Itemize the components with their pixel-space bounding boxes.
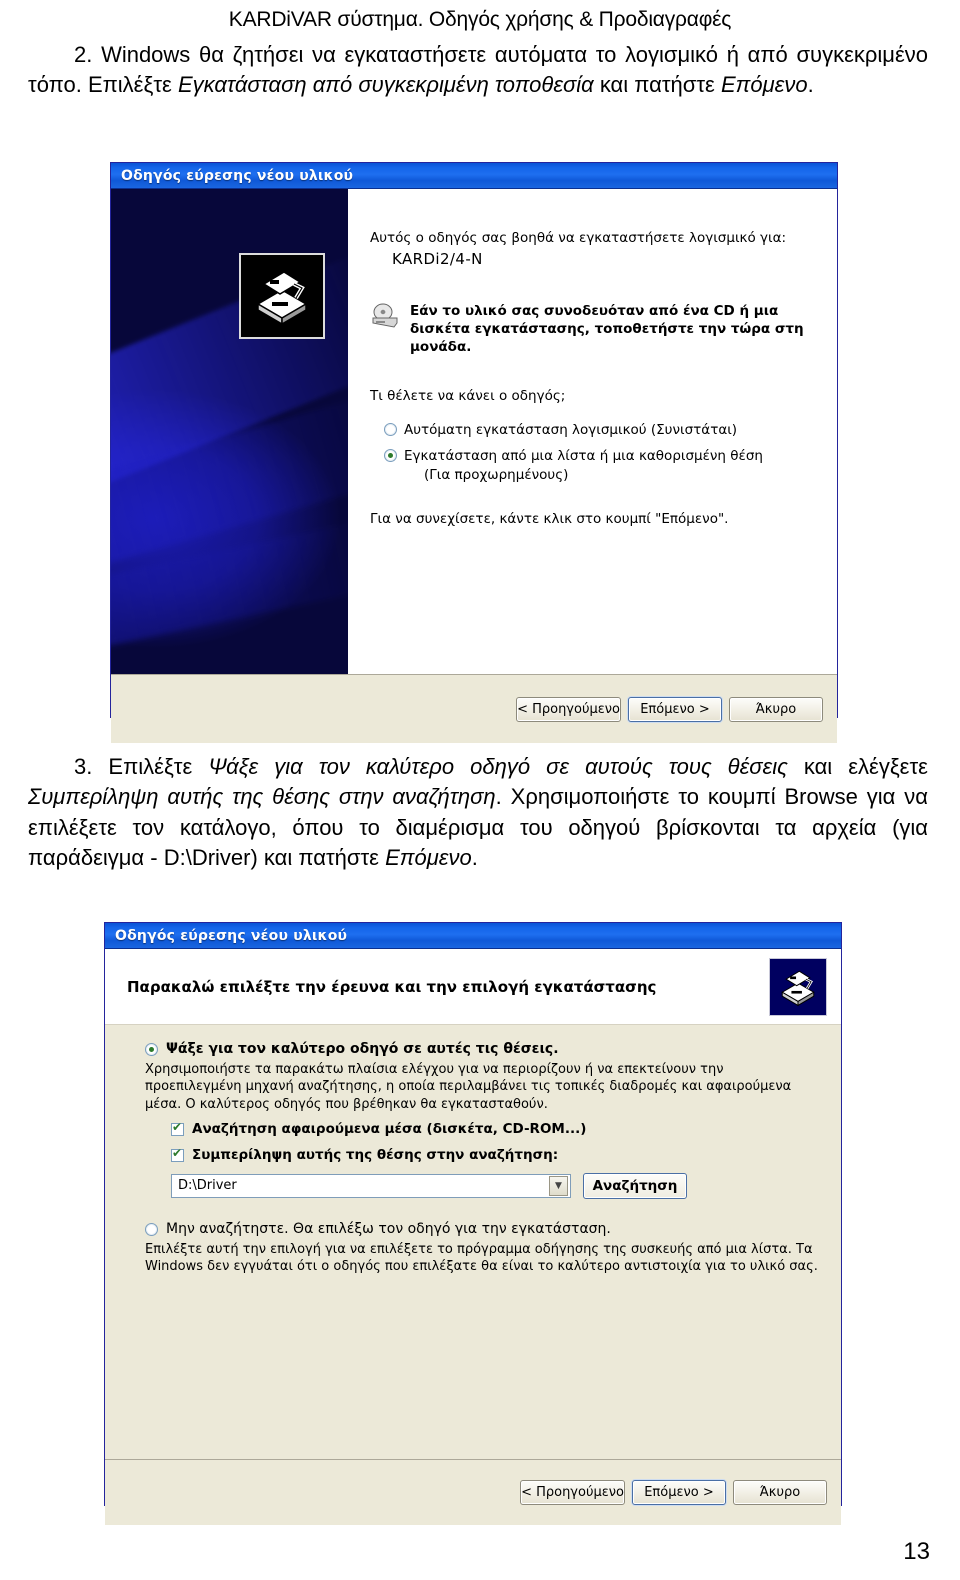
- checkbox-icon-search-removable-media[interactable]: [171, 1121, 184, 1136]
- hardware-wizard-icon: [769, 957, 827, 1016]
- step-2-emph-2: Επόμενο: [720, 72, 808, 98]
- chevron-down-icon[interactable]: ▼: [549, 1175, 568, 1196]
- next-button[interactable]: Επόμενο >: [632, 1480, 726, 1505]
- dialog-2-panel: Ψάξε για τον καλύτερο οδηγό σε αυτές τις…: [105, 1025, 841, 1459]
- wizard-question-label: Τι θέλετε να κάνει ο οδηγός;: [370, 387, 566, 404]
- back-button[interactable]: < Προηγούμενο: [520, 1480, 625, 1505]
- dialog-2-header: Παρακαλώ επιλέξτε την έρευνα και την επι…: [105, 949, 841, 1025]
- dialog-1-footer: < Προηγούμενο Επόμενο > Άκυρο: [111, 674, 837, 743]
- step-2-text-3: .: [807, 72, 814, 98]
- device-model-label: KARDi2/4-N: [392, 250, 483, 269]
- checkbox-icon-include-this-location[interactable]: [171, 1147, 184, 1162]
- dialog-1-titlebar[interactable]: Οδηγός εύρεσης νέου υλικού: [111, 163, 837, 189]
- radio-option-automatic[interactable]: Αυτόματη εγκατάσταση λογισμικού (Συνιστά…: [384, 421, 815, 439]
- radio-option-dont-search[interactable]: Μην αναζήτηστε. Θα επιλέξω τον οδηγό για…: [145, 1221, 819, 1237]
- location-combobox-value: D:\Driver: [178, 1178, 237, 1194]
- radio-icon-automatic[interactable]: [384, 423, 397, 437]
- radio-icon-specific-location[interactable]: [384, 449, 397, 463]
- step-3-emph-1: Ψάξε για τον καλύτερο οδηγό σε αυτούς το…: [208, 754, 788, 779]
- wizard-lead-text: Αυτός ο οδηγός σας βοηθά να εγκαταστήσετ…: [370, 230, 787, 246]
- step-2-emph-1: Εγκατάσταση από συγκεκριμένη τοποθεσία: [177, 72, 594, 98]
- option-2-block: Μην αναζήτηστε. Θα επιλέξω τον οδηγό για…: [145, 1221, 819, 1276]
- cd-insert-note: Εάν το υλικό σας συνοδευόταν από ένα CD …: [370, 303, 815, 356]
- step-2-text-2: και πατήστε: [593, 72, 721, 98]
- step-3-emph-2: Συμπερίληψη αυτής της θέσης στην αναζήτη…: [28, 784, 496, 810]
- found-new-hardware-wizard-dialog-1[interactable]: Οδηγός εύρεσης νέου υλικού Αυτός ο οδηγό…: [110, 162, 838, 743]
- wizard-banner-graphic: [111, 189, 348, 674]
- dialog-2-title: Οδηγός εύρεσης νέου υλικού: [115, 927, 348, 944]
- wizard-continue-note: Για να συνεχίσετε, κάντε κλικ στο κουμπί…: [370, 510, 729, 527]
- page-number: 13: [903, 1538, 930, 1565]
- document-header: KARDiVAR σύστημα. Οδηγός χρήσης & Προδια…: [0, 0, 960, 32]
- dialog-2-titlebar[interactable]: Οδηγός εύρεσης νέου υλικού: [105, 923, 841, 949]
- dialog-1-content: Αυτός ο οδηγός σας βοηθά να εγκαταστήσετ…: [348, 189, 837, 674]
- radio-option-specific-location-sublabel: (Για προχωρημένους): [424, 466, 569, 483]
- next-button[interactable]: Επόμενο >: [628, 696, 722, 722]
- cancel-button[interactable]: Άκυρο: [729, 696, 823, 722]
- checkbox-search-removable-media-label: Αναζήτηση αφαιρούμενα μέσα (δισκέτα, CD-…: [192, 1120, 587, 1137]
- paragraph-step-3: 3. Επιλέξτε Ψάξε για τον καλύτερο οδηγό …: [28, 752, 928, 873]
- dont-search-description: Επιλέξτε αυτή την επιλογή για να επιλέξε…: [145, 1241, 818, 1275]
- radio-option-search-best-driver-label: Ψάξε για τον καλύτερο οδηγό σε αυτές τις…: [166, 1041, 559, 1057]
- step-3-text-2: και ελέγξετε: [787, 754, 928, 779]
- dialog-2-heading: Παρακαλώ επιλέξτε την έρευνα και την επι…: [127, 977, 657, 996]
- cd-insert-note-text: Εάν το υλικό σας συνοδευόταν από ένα CD …: [410, 303, 804, 356]
- back-button[interactable]: < Προηγούμενο: [516, 696, 621, 722]
- step-2-number: 2.: [74, 42, 93, 67]
- browse-button[interactable]: Αναζήτηση: [583, 1172, 687, 1199]
- location-row: D:\Driver ▼ Αναζήτηση: [171, 1172, 819, 1199]
- step-3-text-1: Επιλέξτε: [108, 754, 209, 779]
- radio-option-search-best-driver[interactable]: Ψάξε για τον καλύτερο οδηγό σε αυτές τις…: [145, 1041, 819, 1057]
- step-3-number: 3.: [74, 754, 93, 779]
- dialog-1-body: Αυτός ο οδηγός σας βοηθά να εγκαταστήσετ…: [111, 189, 837, 674]
- radio-option-specific-location-label: Εγκατάσταση από μια λίστα ή μια καθορισμ…: [404, 448, 763, 465]
- hardware-wizard-icon: [239, 253, 325, 339]
- paragraph-step-2: 2. Windows θα ζητήσει να εγκαταστήσετε α…: [28, 40, 928, 101]
- dialog-1-title: Οδηγός εύρεσης νέου υλικού: [121, 167, 354, 184]
- cd-drive-icon: [370, 303, 400, 336]
- dialog-2-footer: < Προηγούμενο Επόμενο > Άκυρο: [105, 1459, 841, 1525]
- search-options-checkbox-group: Αναζήτηση αφαιρούμενα μέσα (δισκέτα, CD-…: [171, 1121, 819, 1163]
- step-3-text-4: .: [471, 845, 478, 871]
- checkbox-include-this-location-label: Συμπερίληψη αυτής της θέσης στην αναζήτη…: [192, 1146, 559, 1163]
- radio-option-automatic-label: Αυτόματη εγκατάσταση λογισμικού (Συνιστά…: [404, 422, 738, 439]
- radio-icon-search-best-driver[interactable]: [145, 1043, 158, 1056]
- wizard-option-group[interactable]: Αυτόματη εγκατάσταση λογισμικού (Συνιστά…: [384, 421, 815, 484]
- radio-option-dont-search-label: Μην αναζήτηστε. Θα επιλέξω τον οδηγό για…: [166, 1220, 611, 1237]
- radio-option-specific-location[interactable]: Εγκατάσταση από μια λίστα ή μια καθορισμ…: [384, 447, 815, 483]
- search-best-driver-description: Χρησιμοποιήστε τα παρακάτω πλαίσια ελέγχ…: [145, 1062, 792, 1112]
- found-new-hardware-wizard-dialog-2[interactable]: Οδηγός εύρεσης νέου υλικού Παρακαλώ επιλ…: [104, 922, 842, 1525]
- location-combobox[interactable]: D:\Driver ▼: [171, 1173, 571, 1198]
- radio-icon-dont-search[interactable]: [145, 1222, 158, 1236]
- checkbox-include-this-location[interactable]: Συμπερίληψη αυτής της θέσης στην αναζήτη…: [171, 1147, 819, 1163]
- document-header-text: KARDiVAR σύστημα. Οδηγός χρήσης & Προδια…: [228, 8, 732, 31]
- step-3-emph-3: Επόμενο: [385, 845, 472, 871]
- cancel-button[interactable]: Άκυρο: [733, 1480, 827, 1505]
- checkbox-search-removable-media[interactable]: Αναζήτηση αφαιρούμενα μέσα (δισκέτα, CD-…: [171, 1121, 819, 1137]
